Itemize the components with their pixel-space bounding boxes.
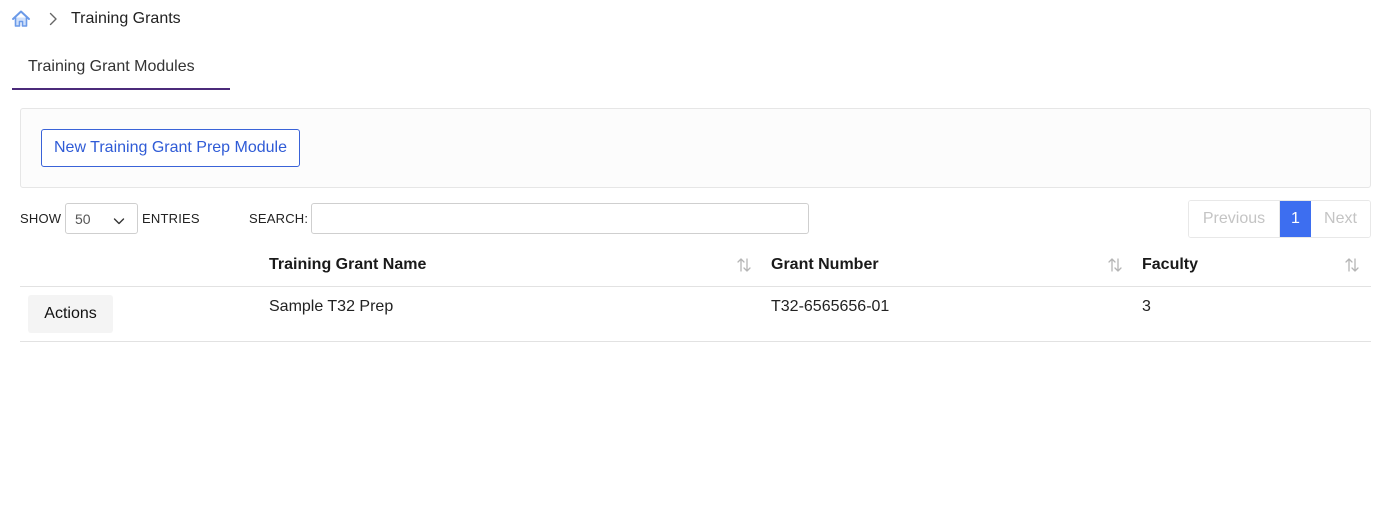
chevron-down-icon (113, 214, 125, 226)
pagination-page-current[interactable]: 1 (1280, 201, 1311, 237)
pagination: Previous 1 Next (1188, 200, 1371, 238)
home-icon[interactable] (11, 9, 31, 29)
training-grants-table: Training Grant Name Grant Number Faculty… (20, 247, 1371, 342)
pagination-previous[interactable]: Previous (1189, 201, 1280, 237)
cell-faculty: 3 (1142, 298, 1151, 315)
search-label: SEARCH: (249, 211, 309, 226)
table-controls: SHOW 50 ENTRIES SEARCH: Previous 1 Next (20, 200, 1371, 238)
toolbar-panel: New Training Grant Prep Module (20, 108, 1371, 188)
breadcrumb-current: Training Grants (71, 10, 181, 27)
column-header-training-grant-name[interactable]: Training Grant Name (269, 256, 426, 274)
new-training-grant-prep-module-button[interactable]: New Training Grant Prep Module (41, 129, 300, 167)
actions-button[interactable]: Actions (28, 295, 113, 333)
entries-label: ENTRIES (142, 211, 200, 226)
tab-bar: Training Grant Modules (12, 56, 230, 90)
cell-training-grant-name: Sample T32 Prep (269, 298, 394, 315)
sort-icon[interactable] (1344, 257, 1360, 273)
sort-icon[interactable] (1107, 257, 1123, 273)
column-header-faculty[interactable]: Faculty (1142, 256, 1198, 274)
tab-training-grant-modules[interactable]: Training Grant Modules (12, 56, 230, 88)
column-header-grant-number[interactable]: Grant Number (771, 256, 879, 274)
pagination-next[interactable]: Next (1311, 201, 1370, 237)
active-tab-indicator (12, 88, 230, 90)
show-label: SHOW (20, 211, 62, 226)
entries-select[interactable]: 50 (65, 203, 138, 234)
search-input[interactable] (311, 203, 809, 234)
table-row: Actions Sample T32 Prep T32-6565656-01 3 (20, 287, 1371, 342)
table-header: Training Grant Name Grant Number Faculty (20, 247, 1371, 287)
breadcrumb: Training Grants (11, 8, 181, 30)
cell-grant-number: T32-6565656-01 (771, 298, 890, 315)
entries-select-value: 50 (75, 211, 91, 227)
sort-icon[interactable] (736, 257, 752, 273)
chevron-right-icon (46, 12, 60, 26)
